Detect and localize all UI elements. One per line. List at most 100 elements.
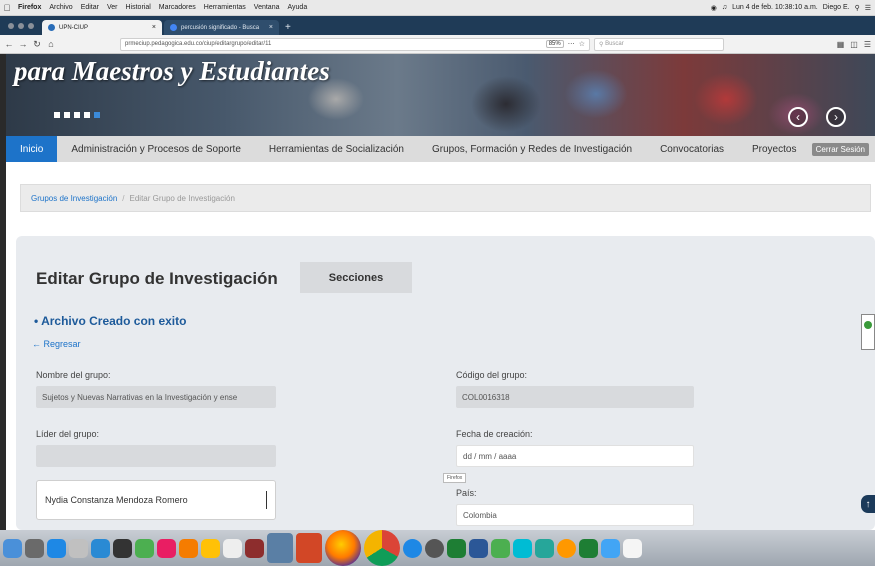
carousel-dot-active[interactable]: [94, 112, 100, 118]
search-input[interactable]: ⚲ Buscar: [594, 37, 724, 51]
apple-icon[interactable]: : [0, 3, 14, 13]
tab-google-search[interactable]: percusión significado - Busca ×: [164, 20, 279, 35]
menu-clock[interactable]: Lun 4 de feb. 10:38:10 a.m.: [732, 4, 818, 11]
photo-booth-icon[interactable]: [245, 538, 264, 558]
messages-icon[interactable]: [135, 538, 154, 558]
edit-group-panel: Editar Grupo de Investigación Secciones …: [16, 236, 875, 530]
url-bar[interactable]: prmeciup.pedagogica.edu.co/ciup/editargr…: [120, 37, 590, 51]
menu-editar[interactable]: Editar: [77, 4, 103, 11]
folder-icon[interactable]: [601, 538, 620, 558]
new-tab-button[interactable]: +: [279, 22, 297, 35]
leader-select-value: Nydia Constanza Mendoza Romero: [45, 495, 188, 505]
itunes-icon[interactable]: [157, 538, 176, 558]
creation-date-input[interactable]: dd / mm / aaaa: [456, 445, 694, 467]
nav-herramientas-socializacion[interactable]: Herramientas de Socialización: [255, 136, 418, 162]
breadcrumb-link[interactable]: Grupos de Investigación: [31, 194, 117, 203]
firefox-icon[interactable]: [325, 530, 361, 566]
settings-icon[interactable]: [425, 538, 444, 558]
country-select[interactable]: Colombia: [456, 504, 694, 526]
close-window-button[interactable]: [8, 23, 14, 29]
document-icon[interactable]: [623, 538, 642, 558]
word-icon[interactable]: [469, 538, 488, 558]
back-arrow-icon[interactable]: ←: [4, 39, 14, 49]
group-code-field[interactable]: COL0016318: [456, 386, 694, 408]
carousel-dot[interactable]: [64, 112, 70, 118]
launchpad-icon[interactable]: [25, 538, 44, 558]
minimize-window-button[interactable]: [18, 23, 24, 29]
menu-ver[interactable]: Ver: [103, 4, 122, 11]
tab-upn-ciup[interactable]: UPN-CIUP ×: [42, 20, 162, 35]
nav-administracion[interactable]: Administración y Procesos de Soporte: [57, 136, 255, 162]
logout-button[interactable]: Cerrar Sesión: [811, 142, 869, 156]
browser-tab-strip: UPN-CIUP × percusión significado - Busca…: [0, 16, 875, 35]
safari-icon[interactable]: [403, 538, 422, 558]
carousel-dot[interactable]: [74, 112, 80, 118]
group-name-field[interactable]: Sujetos y Nuevas Narrativas en la Invest…: [36, 386, 276, 408]
site-favicon-icon: [48, 24, 55, 31]
chrome-icon[interactable]: [364, 530, 400, 566]
app-store-icon[interactable]: [47, 538, 66, 558]
skype-icon[interactable]: [513, 538, 532, 558]
carousel-next-icon[interactable]: ›: [826, 107, 846, 127]
reload-icon[interactable]: ↻: [32, 39, 42, 50]
banner-title: para Maestros y Estudiantes: [14, 56, 330, 86]
preview-icon[interactable]: [91, 538, 110, 558]
close-tab-icon[interactable]: ×: [269, 24, 273, 31]
menu-ayuda[interactable]: Ayuda: [283, 4, 311, 11]
wifi-icon[interactable]: ◉: [711, 4, 717, 12]
menu-historial[interactable]: Historial: [122, 4, 155, 11]
main-nav-menu: Inicio Administración y Procesos de Sopo…: [6, 136, 875, 162]
library-icon[interactable]: ▦: [837, 40, 845, 49]
notes-icon[interactable]: [201, 538, 220, 558]
maximize-window-button[interactable]: [28, 23, 34, 29]
finder-icon[interactable]: [3, 538, 22, 558]
menu-list-icon[interactable]: ☰: [865, 4, 871, 12]
creation-date-label: Fecha de creación:: [456, 429, 533, 439]
leader-select[interactable]: Nydia Constanza Mendoza Romero: [36, 480, 276, 520]
menu-ventana[interactable]: Ventana: [250, 4, 284, 11]
nav-convocatorias[interactable]: Convocatorias: [646, 136, 738, 162]
menu-marcadores[interactable]: Marcadores: [155, 4, 200, 11]
photos-icon[interactable]: [557, 538, 576, 558]
macos-dock: [0, 530, 875, 566]
image-capture-icon[interactable]: [267, 533, 293, 563]
terminal-icon[interactable]: [113, 538, 132, 558]
carousel-prev-icon[interactable]: ‹: [788, 107, 808, 127]
toolbar-right-icons: ▦ ◫ ☰: [837, 40, 871, 49]
page-actions-icon[interactable]: ⋯: [568, 40, 575, 48]
calendar-icon[interactable]: [223, 538, 242, 558]
slack-icon[interactable]: [535, 538, 554, 558]
tab-title: UPN-CIUP: [59, 24, 89, 31]
numbers-icon[interactable]: [491, 538, 510, 558]
arrow-left-icon: ←: [32, 339, 41, 349]
menu-app-name[interactable]: Firefox: [14, 4, 45, 11]
carousel-dot[interactable]: [54, 112, 60, 118]
sidebar-icon[interactable]: ◫: [850, 40, 858, 49]
nav-inicio[interactable]: Inicio: [6, 136, 58, 162]
sections-button[interactable]: Secciones: [300, 262, 412, 293]
menu-user[interactable]: Diego E.: [823, 4, 850, 11]
excel-doc-icon[interactable]: [579, 538, 598, 558]
menu-archivo[interactable]: Archivo: [45, 4, 76, 11]
nav-proyectos[interactable]: Proyectos: [738, 136, 810, 162]
back-link-label: Regresar: [43, 339, 81, 349]
zoom-level[interactable]: 85%: [545, 40, 564, 48]
spotlight-icon[interactable]: ⚲: [855, 4, 860, 12]
ibooks-icon[interactable]: [179, 538, 198, 558]
menu-herramientas[interactable]: Herramientas: [200, 4, 250, 11]
volume-icon[interactable]: ♫: [722, 4, 727, 11]
excel-icon[interactable]: [447, 538, 466, 558]
scroll-up-icon[interactable]: ↑: [861, 495, 875, 513]
hamburger-menu-icon[interactable]: ☰: [864, 40, 871, 49]
carousel-dot[interactable]: [84, 112, 90, 118]
forward-arrow-icon[interactable]: →: [18, 39, 28, 49]
side-widget-icon[interactable]: [861, 314, 875, 350]
home-icon[interactable]: ⌂: [46, 39, 56, 49]
bookmark-star-icon[interactable]: ☆: [579, 40, 585, 48]
nav-grupos-investigacion[interactable]: Grupos, Formación y Redes de Investigaci…: [418, 136, 646, 162]
leader-field[interactable]: [36, 445, 276, 467]
close-tab-icon[interactable]: ×: [152, 24, 156, 31]
powerpoint-icon[interactable]: [296, 533, 322, 563]
system-preferences-icon[interactable]: [69, 538, 88, 558]
back-link[interactable]: ← Regresar: [32, 339, 81, 349]
